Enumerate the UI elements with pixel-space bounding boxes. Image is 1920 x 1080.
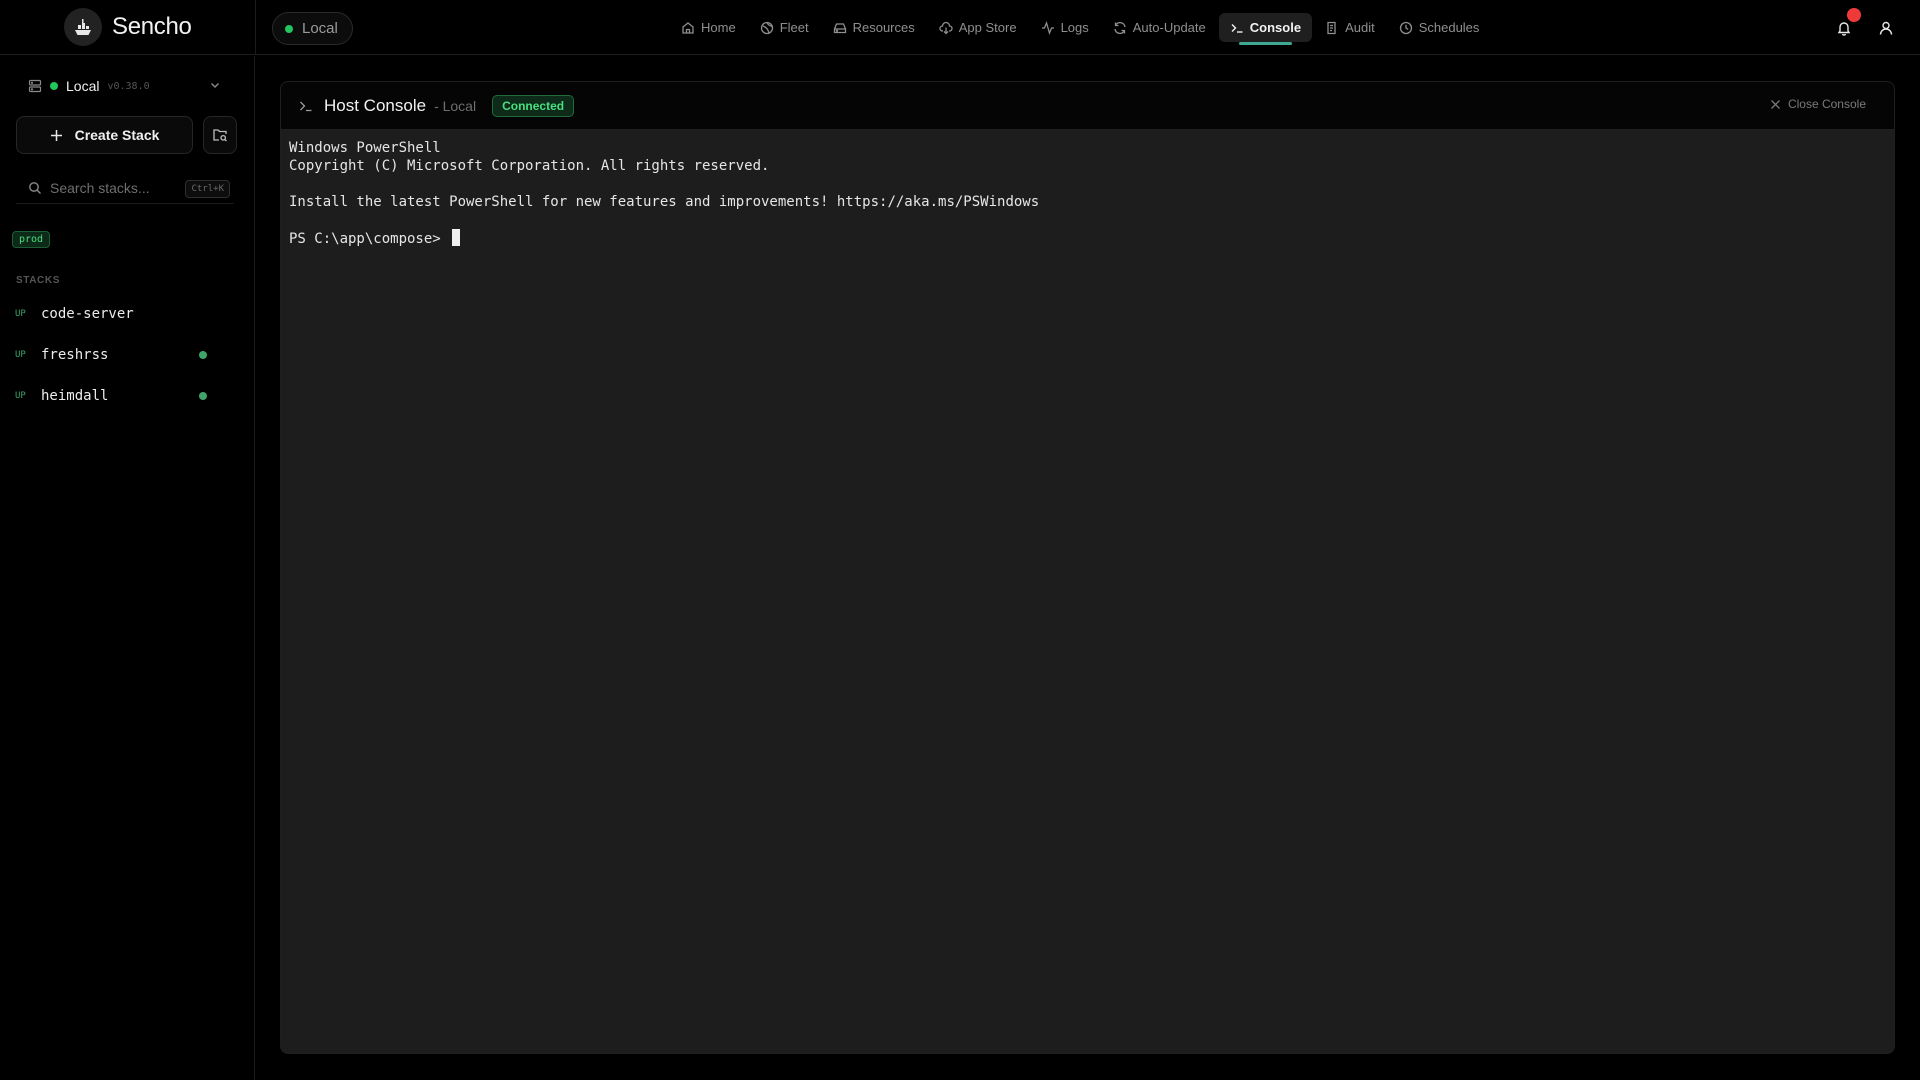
terminal-line: Windows PowerShell (289, 140, 441, 156)
stack-item-freshrss[interactable]: UP freshrss (0, 334, 255, 375)
notifications-button[interactable] (1830, 8, 1861, 42)
schedules-icon (1399, 21, 1412, 34)
connection-status-badge: Connected (492, 94, 575, 117)
nav-schedules-label: Schedules (1418, 20, 1480, 35)
search-input[interactable] (50, 179, 175, 196)
nav-resources[interactable]: Resources (822, 13, 926, 42)
nav-auto-update-label: Auto-Update (1132, 20, 1206, 35)
sidebar: Local v0.38.0 Create Stack Ctrl+K prod S… (0, 56, 255, 1080)
host-console-panel: Host Console - Local Connected Close Con… (280, 81, 1895, 1054)
search-shortcut: Ctrl+K (185, 180, 230, 198)
console-header: Host Console - Local Connected Close Con… (281, 82, 1894, 130)
nav-resources-label: Resources (852, 20, 915, 35)
resources-icon (833, 22, 846, 33)
terminal-line: Copyright (C) Microsoft Corporation. All… (289, 158, 770, 174)
stack-search[interactable]: Ctrl+K (16, 172, 234, 204)
environment-selector[interactable]: Local (272, 12, 353, 45)
nav-fleet[interactable]: Fleet (749, 13, 820, 42)
nav-home[interactable]: Home (670, 13, 747, 42)
stack-name: code-server (41, 305, 134, 322)
close-console-button[interactable]: Close Console (1770, 97, 1866, 111)
folder-search-icon (213, 129, 227, 142)
nav-console[interactable]: Console (1218, 13, 1313, 45)
nav-app-store[interactable]: App Store (928, 13, 1028, 42)
nav-logs-label: Logs (1060, 20, 1089, 35)
terminal-line: Install the latest PowerShell for new fe… (289, 194, 1040, 210)
close-console-label: Close Console (1787, 97, 1866, 111)
nav-app-store-label: App Store (958, 20, 1017, 35)
stack-item-heimdall[interactable]: UP heimdall (0, 375, 255, 416)
server-icon (28, 79, 42, 93)
brand[interactable]: Sencho (64, 8, 192, 46)
stack-running-dot (199, 351, 207, 359)
sencho-logo-icon (64, 8, 102, 46)
stack-status: UP (15, 308, 26, 319)
top-bar: Sencho Local Home Fleet Resources App St… (0, 0, 1920, 55)
terminal-icon (300, 101, 312, 111)
fleet-icon (760, 21, 773, 34)
stack-name: heimdall (41, 387, 109, 404)
environment-label: Local (302, 20, 338, 37)
nav-schedules[interactable]: Schedules (1388, 13, 1491, 42)
app-name: Sencho (112, 13, 192, 40)
stacks-section-label: STACKS (16, 275, 60, 286)
plus-icon (50, 129, 62, 141)
stack-list: UP code-server UP freshrss UP heimdall (0, 293, 255, 416)
import-folder-button[interactable] (203, 116, 237, 154)
stack-status: UP (15, 390, 26, 401)
close-icon (1770, 99, 1780, 109)
chevron-down-icon (211, 83, 219, 88)
terminal-prompt-line[interactable]: PS C:\app\compose> (289, 229, 1886, 248)
node-version: v0.38.0 (107, 80, 150, 92)
top-right-actions (1816, 8, 1900, 42)
console-subtitle: - Local (434, 97, 477, 114)
app-store-icon (939, 21, 953, 34)
bell-icon (1837, 22, 1851, 36)
terminal-output[interactable]: Windows PowerShell Copyright (C) Microsof… (281, 130, 1894, 257)
nav-audit[interactable]: Audit (1314, 13, 1386, 42)
node-name: Local (66, 78, 100, 94)
stack-running-dot (199, 392, 207, 400)
nav-logs[interactable]: Logs (1030, 13, 1100, 42)
audit-icon (1327, 21, 1336, 34)
create-stack-button[interactable]: Create Stack (16, 116, 193, 154)
auto-update-icon (1114, 21, 1126, 34)
logs-icon (1041, 20, 1054, 35)
main-nav: Home Fleet Resources App Store Logs Auto… (670, 13, 1492, 45)
user-icon (1879, 21, 1893, 35)
nav-console-label: Console (1249, 20, 1302, 35)
notification-badge (1847, 8, 1861, 22)
stack-item-code-server[interactable]: UP code-server (0, 293, 255, 334)
create-stack-label: Create Stack (74, 127, 160, 143)
stack-status: UP (15, 349, 26, 360)
node-status-dot (50, 82, 58, 90)
top-divider (255, 0, 256, 55)
environment-status-dot (285, 24, 293, 33)
node-selector[interactable]: Local v0.38.0 (16, 66, 234, 106)
nav-audit-label: Audit (1345, 20, 1375, 35)
nav-auto-update[interactable]: Auto-Update (1102, 13, 1217, 42)
console-icon (1231, 23, 1243, 33)
user-menu-button[interactable] (1872, 14, 1900, 42)
console-title: Host Console (324, 95, 427, 115)
terminal-prompt: PS C:\app\compose> (289, 231, 450, 247)
tag-filter-prod[interactable]: prod (12, 231, 51, 248)
search-icon (29, 181, 41, 194)
home-icon (682, 21, 694, 34)
terminal-cursor (452, 229, 461, 246)
nav-fleet-label: Fleet (779, 20, 809, 35)
stack-name: freshrss (41, 346, 109, 363)
nav-home-label: Home (701, 20, 736, 35)
